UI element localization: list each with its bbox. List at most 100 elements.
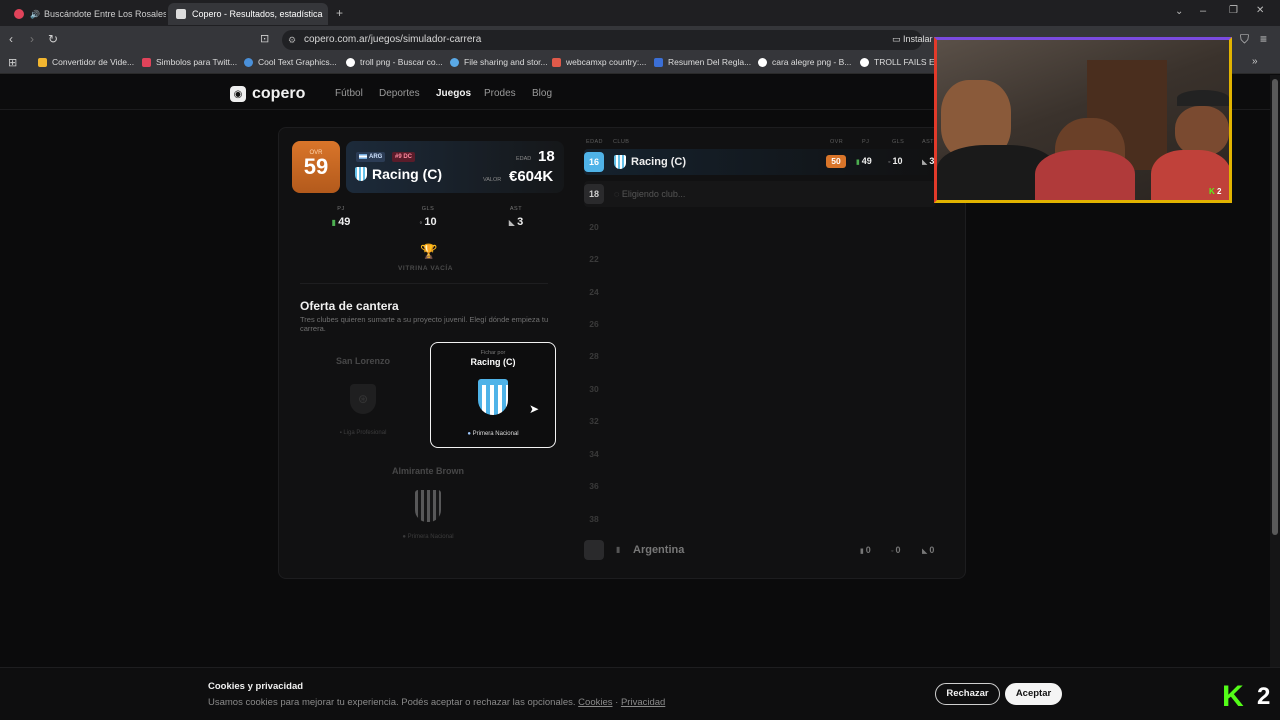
national-team-name: Argentina [633, 544, 685, 556]
offer-title: Oferta de cantera [300, 299, 399, 313]
bookmark-item[interactable]: Cool Text Graphics... [244, 57, 337, 67]
nav-juegos[interactable]: Juegos [436, 88, 471, 99]
flag-icon [359, 153, 367, 159]
tab-copero[interactable]: Copero - Resultados, estadística ✕ [168, 3, 328, 25]
new-tab-button[interactable]: + [336, 6, 343, 20]
link-separator: · [615, 697, 619, 708]
close-tab-icon[interactable]: ✕ [323, 9, 328, 20]
privacy-link[interactable]: Privacidad [621, 697, 665, 708]
club-name: San Lorenzo [335, 356, 390, 366]
age-label: EDAD [516, 156, 532, 162]
row-ast: ◣ 3 [922, 156, 935, 166]
bookmark-item[interactable]: troll png - Buscar co... [346, 57, 443, 67]
url-field[interactable]: ⚙ copero.com.ar/juegos/simulador-carrera [282, 30, 922, 50]
loading-icon: ◌ [614, 189, 622, 199]
menu-icon[interactable]: ≡ [1260, 32, 1267, 46]
future-age: 32 [589, 416, 599, 426]
webcam-overlay: K 2 [934, 37, 1232, 203]
offer-description: Tres clubes quieren sumarte a su proyect… [300, 315, 549, 333]
copero-logo[interactable]: ◉ copero [230, 85, 305, 103]
row-age: 16 [584, 152, 604, 172]
san-lorenzo-crest-icon: ⊛ [350, 384, 376, 414]
webcam-person-body [1035, 150, 1135, 200]
racing-crest-icon [478, 379, 508, 415]
accept-cookies-button[interactable]: Aceptar [1005, 683, 1062, 705]
club-league: ● Primera Nacional [467, 431, 519, 437]
row-pj: ▮ 49 [856, 156, 872, 166]
nav-blog[interactable]: Blog [532, 88, 552, 99]
bookmark-page-icon[interactable]: ⊡ [260, 32, 269, 45]
shield-icon[interactable]: ⛉ [1240, 32, 1249, 47]
bookmark-item[interactable]: Convertidor de Vide... [38, 57, 134, 67]
minimize-icon[interactable]: – [1200, 5, 1206, 17]
bookmark-item[interactable]: Simbolos para Twitt... [142, 57, 237, 67]
close-window-icon[interactable]: ✕ [1256, 5, 1264, 16]
bookmark-item[interactable]: Resumen Del Regla... [654, 57, 751, 67]
bookmark-label: webcamxp country:... [566, 57, 647, 67]
nav-prodes[interactable]: Prodes [484, 88, 516, 99]
cooltext-icon [244, 57, 253, 67]
national-team-row: ▮ Argentina ▮ 0 ◦ 0 ◣ 0 [584, 539, 936, 565]
future-age: 26 [589, 319, 599, 329]
col-header-ovr: OVR [830, 139, 844, 145]
reject-cookies-button[interactable]: Rechazar [935, 683, 1000, 705]
col-header-club: CLUB [613, 139, 630, 145]
cookies-link[interactable]: Cookies [578, 697, 612, 708]
site-info-icon[interactable]: ⚙ [288, 30, 296, 50]
future-age: 28 [589, 351, 599, 361]
kick-logo-icon: K [1222, 680, 1244, 713]
kick-logo-icon: K [1209, 187, 1215, 196]
cookie-title: Cookies y privacidad [208, 681, 304, 692]
ovr-badge: OVR 59 [292, 141, 340, 193]
browser-tab-bar: 🔊 Buscándote Entre Los Rosales | Yo Cope… [0, 0, 1280, 26]
google-icon [346, 57, 355, 67]
tab-search-icon[interactable]: ⌄ [1175, 6, 1183, 17]
google-icon [860, 57, 869, 67]
trophy-icon: 🏆 [420, 243, 438, 259]
nav-deportes[interactable]: Deportes [379, 88, 420, 99]
bookmark-item[interactable]: cara alegre png - B... [758, 57, 851, 67]
webcam-person-face [1175, 106, 1229, 156]
page-scrollbar[interactable] [1270, 75, 1280, 667]
tab-youtube[interactable]: 🔊 Buscándote Entre Los Rosales | Yo [6, 3, 166, 25]
stat-label: GLS [421, 206, 435, 212]
maximize-icon[interactable]: ❐ [1229, 5, 1238, 16]
url-text: copero.com.ar/juegos/simulador-carrera [304, 34, 482, 45]
back-icon[interactable]: ‹ [9, 32, 13, 46]
install-app-button[interactable]: ▭ Instalar [892, 34, 933, 45]
col-header-pj: PJ [862, 139, 870, 145]
value-amount: €604K [509, 168, 554, 185]
bookmark-label: Cool Text Graphics... [258, 57, 337, 67]
youtube-icon [14, 9, 24, 19]
ovr-value: 59 [303, 154, 329, 179]
future-age: 34 [589, 449, 599, 459]
more-bookmarks-icon[interactable]: » [1252, 56, 1258, 67]
nav-futbol[interactable]: Fútbol [335, 88, 363, 99]
offer-option-san-lorenzo[interactable]: San Lorenzo ⊛ ▪ Liga Profesional [300, 342, 426, 448]
national-gls: ◦ 0 [891, 545, 901, 555]
install-label: Instalar [903, 34, 933, 44]
reload-icon[interactable]: ↻ [48, 32, 58, 46]
cloud-icon [450, 57, 459, 67]
stat-value: 49 [338, 216, 351, 228]
scrollbar-thumb[interactable] [1272, 79, 1278, 535]
row-ovr: 50 [826, 155, 846, 168]
timeline-row-pending: 18 ◌ Eligiendo club... [584, 181, 936, 207]
webcam-icon [552, 57, 561, 67]
col-header-gls: GLS [892, 139, 905, 145]
cookie-text: Usamos cookies para mejorar tu experienc… [208, 697, 665, 708]
nation-tag: ARG [356, 152, 386, 162]
future-age: 20 [589, 222, 599, 232]
divider [300, 283, 548, 284]
bookmark-item[interactable]: webcamxp country:... [552, 57, 646, 67]
stat-gls: GLS ◦ 10 [398, 206, 458, 228]
bookmark-item[interactable]: File sharing and stor... [450, 57, 548, 67]
bookmark-label: troll png - Buscar co... [360, 57, 443, 67]
tab-title: Copero - Resultados, estadística [192, 9, 323, 19]
offer-option-racing[interactable]: Fichar por Racing (C) ● Primera Nacional [430, 342, 556, 448]
mouse-cursor-icon: ➤ [529, 402, 540, 416]
forward-icon[interactable]: › [30, 32, 34, 46]
timeline-row[interactable]: 16 Racing (C) 50 ▮ 49 ◦ 10 ◣ 3 [584, 149, 936, 175]
apps-grid-icon[interactable]: ⊞ [8, 56, 17, 69]
offer-option-almirante-brown[interactable]: Almirante Brown ● Primera Nacional [365, 452, 491, 558]
